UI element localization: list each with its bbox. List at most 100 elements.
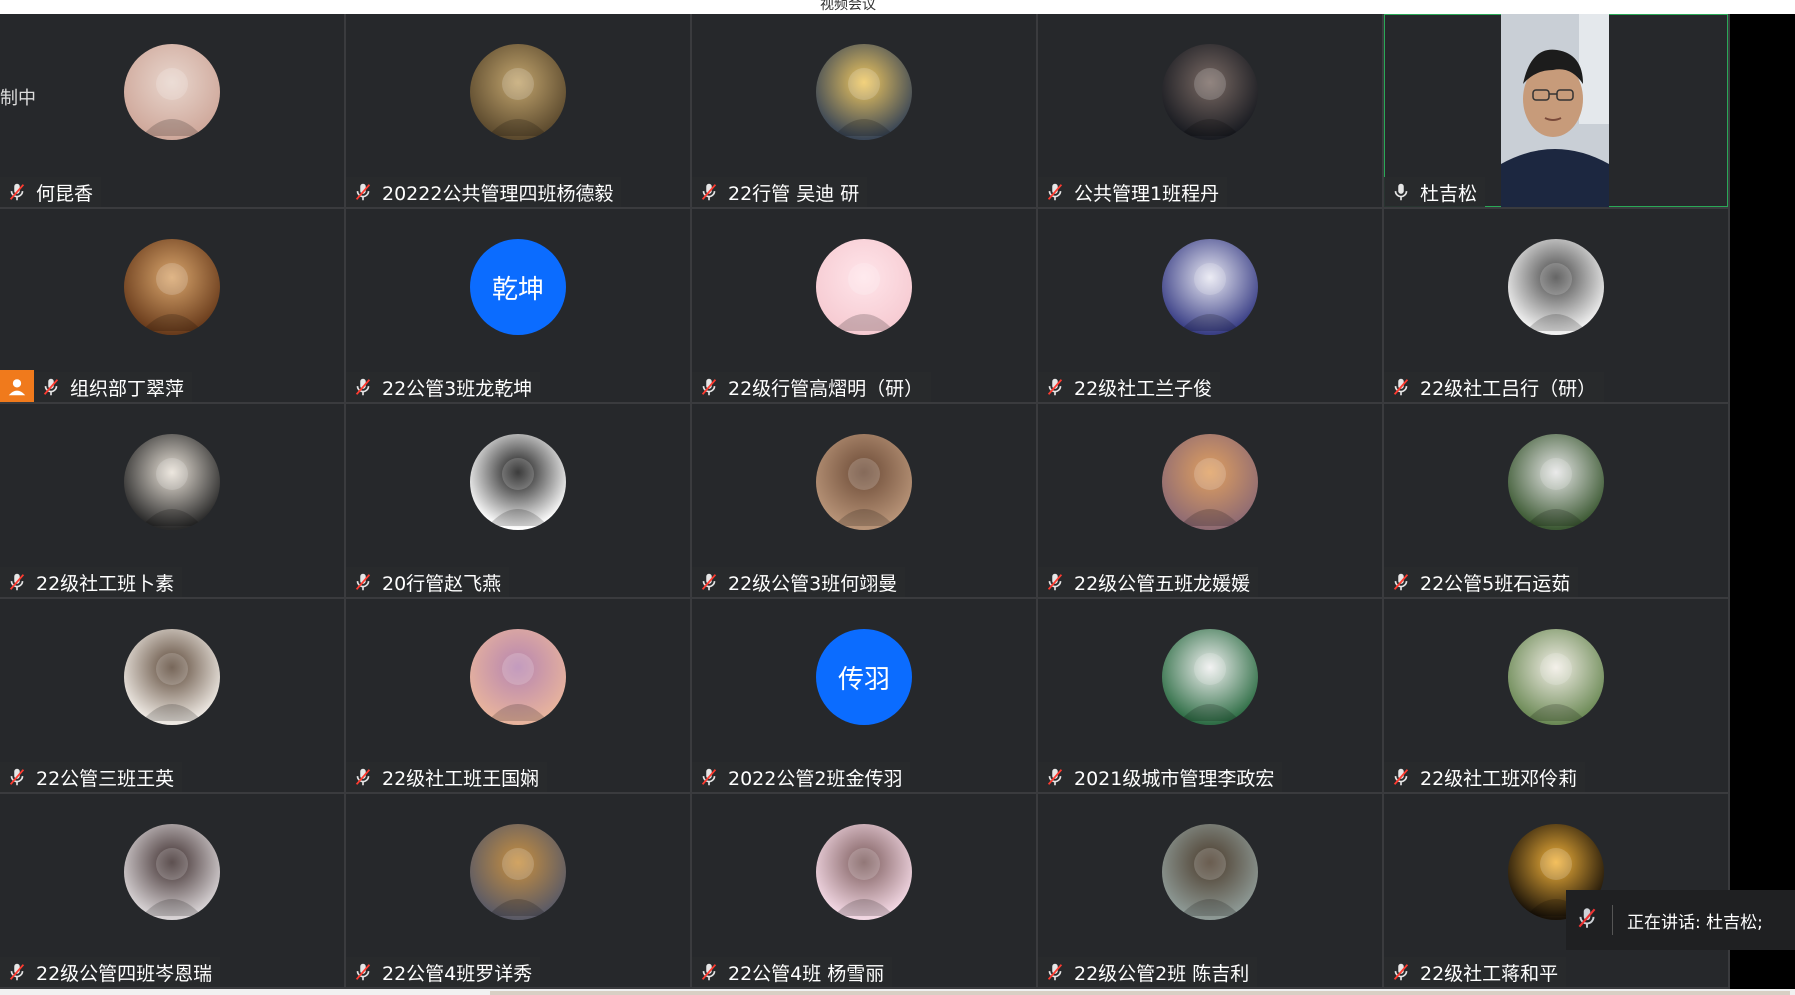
- participant-tile[interactable]: 2021级城市管理李政宏: [1038, 599, 1382, 792]
- avatar: [470, 434, 566, 530]
- participant-tile[interactable]: 杜吉松: [1384, 14, 1728, 207]
- avatar: [470, 44, 566, 140]
- muted-mic-icon: [698, 571, 720, 593]
- participant-tile[interactable]: 制中何昆香: [0, 14, 344, 207]
- name-plate: 22行管 吴迪 研: [692, 177, 868, 207]
- participant-tile[interactable]: 22级公管3班何翊曼: [692, 404, 1036, 597]
- participant-tile[interactable]: 22级行管高熠明（研）: [692, 209, 1036, 402]
- participant-tile[interactable]: 20222公共管理四班杨德毅: [346, 14, 690, 207]
- participant-name: 22级公管2班 陈吉利: [1074, 962, 1250, 985]
- name-plate: 22级社工吕行（研）: [1384, 372, 1605, 402]
- muted-mic-icon: [698, 766, 720, 788]
- host-icon: [0, 370, 34, 402]
- muted-mic-icon: [698, 181, 720, 203]
- name-plate: 22级行管高熠明（研）: [692, 372, 932, 402]
- muted-mic-icon: [1044, 181, 1066, 203]
- participant-tile[interactable]: 22级公管四班岑恩瑞: [0, 794, 344, 987]
- name-plate: 2021级城市管理李政宏: [1038, 762, 1283, 792]
- participant-name: 公共管理1班程丹: [1074, 182, 1220, 205]
- name-plate: 组织部丁翠萍: [0, 370, 193, 402]
- name-plate: 22级社工班邓伶莉: [1384, 762, 1586, 792]
- participant-name: 2022公管2班金传羽: [728, 767, 903, 790]
- participant-name: 22级公管3班何翊曼: [728, 572, 898, 595]
- name-plate: 22公管4班罗详秀: [346, 957, 541, 987]
- avatar: [124, 629, 220, 725]
- participant-tile[interactable]: 组织部丁翠萍: [0, 209, 344, 402]
- participant-name: 22级公管五班龙媛媛: [1074, 572, 1251, 595]
- participant-tile[interactable]: 22级社工班卜素: [0, 404, 344, 597]
- muted-mic-icon: [1574, 905, 1604, 935]
- participant-tile[interactable]: 22公管4班 杨雪丽: [692, 794, 1036, 987]
- participant-tile[interactable]: 22公管三班王英: [0, 599, 344, 792]
- participant-name: 何昆香: [36, 182, 94, 205]
- muted-mic-icon: [1044, 571, 1066, 593]
- truncated-text: 制中: [0, 88, 36, 109]
- avatar: [1162, 44, 1258, 140]
- name-plate: 22级公管3班何翊曼: [692, 567, 906, 597]
- muted-mic-icon: [6, 571, 28, 593]
- avatar: [1508, 434, 1604, 530]
- avatar: 传羽: [816, 629, 912, 725]
- name-plate: 20222公共管理四班杨德毅: [346, 177, 622, 207]
- participant-name: 22公管三班王英: [36, 767, 175, 790]
- participant-tile[interactable]: 22级社工班王国娴: [346, 599, 690, 792]
- name-plate: 22公管3班龙乾坤: [346, 372, 541, 402]
- avatar: [1162, 239, 1258, 335]
- participant-tile[interactable]: 22级公管2班 陈吉利: [1038, 794, 1382, 987]
- avatar: [124, 824, 220, 920]
- participant-tile[interactable]: 22级公管五班龙媛媛: [1038, 404, 1382, 597]
- participant-tile[interactable]: 22公管5班石运茹: [1384, 404, 1728, 597]
- name-plate: 22公管三班王英: [0, 762, 183, 792]
- participant-tile[interactable]: 22级社工吕行（研）: [1384, 209, 1728, 402]
- participant-name: 22级社工蒋和平: [1420, 962, 1559, 985]
- name-plate: 杜吉松: [1384, 177, 1486, 207]
- participant-tile[interactable]: 传羽 2022公管2班金传羽: [692, 599, 1036, 792]
- name-plate: 22级社工兰子俊: [1038, 372, 1221, 402]
- participant-name: 组织部丁翠萍: [70, 377, 185, 400]
- participant-name: 22公管5班石运茹: [1420, 572, 1571, 595]
- participant-tile[interactable]: 22公管4班罗详秀: [346, 794, 690, 987]
- muted-mic-icon: [1044, 376, 1066, 398]
- muted-mic-icon: [352, 181, 374, 203]
- muted-mic-icon: [1390, 571, 1412, 593]
- speaking-indicator: 正在讲话: 杜吉松;: [1566, 890, 1795, 950]
- avatar: [470, 629, 566, 725]
- participant-tile[interactable]: 20行管赵飞燕: [346, 404, 690, 597]
- participant-tile[interactable]: 公共管理1班程丹: [1038, 14, 1382, 207]
- name-plate: 22级社工蒋和平: [1384, 957, 1567, 987]
- muted-mic-icon: [698, 961, 720, 983]
- name-plate: 22公管4班 杨雪丽: [692, 957, 893, 987]
- avatar: [470, 824, 566, 920]
- window-title: 视频会议: [820, 0, 876, 13]
- avatar: [1162, 434, 1258, 530]
- avatar: [1508, 239, 1604, 335]
- muted-mic-icon: [6, 961, 28, 983]
- participant-name: 20222公共管理四班杨德毅: [382, 182, 614, 205]
- participant-tile[interactable]: 22级社工兰子俊: [1038, 209, 1382, 402]
- bottom-strip: [0, 989, 1795, 995]
- avatar: [816, 434, 912, 530]
- participant-tile[interactable]: 乾坤 22公管3班龙乾坤: [346, 209, 690, 402]
- muted-mic-icon: [1390, 376, 1412, 398]
- avatar: [1508, 629, 1604, 725]
- mic-icon: [1390, 181, 1412, 203]
- name-plate: 22公管5班石运茹: [1384, 567, 1579, 597]
- name-plate: 何昆香: [0, 177, 102, 207]
- speaking-text: 正在讲话: 杜吉松;: [1627, 912, 1763, 933]
- muted-mic-icon: [6, 181, 28, 203]
- participant-name: 22公管3班龙乾坤: [382, 377, 533, 400]
- participant-tile[interactable]: 22行管 吴迪 研: [692, 14, 1036, 207]
- name-plate: 公共管理1班程丹: [1038, 177, 1228, 207]
- muted-mic-icon: [40, 376, 62, 398]
- participant-name: 22级社工班邓伶莉: [1420, 767, 1578, 790]
- name-plate: 22级公管2班 陈吉利: [1038, 957, 1258, 987]
- avatar: [124, 239, 220, 335]
- name-plate: 22级公管五班龙媛媛: [1038, 567, 1259, 597]
- participant-name: 22公管4班 杨雪丽: [728, 962, 885, 985]
- top-bar: 视频会议: [0, 0, 1795, 14]
- name-plate: 22级社工班王国娴: [346, 762, 548, 792]
- muted-mic-icon: [352, 571, 374, 593]
- participant-name: 20行管赵飞燕: [382, 572, 502, 595]
- participant-tile[interactable]: 22级社工班邓伶莉: [1384, 599, 1728, 792]
- name-plate: 22级公管四班岑恩瑞: [0, 957, 221, 987]
